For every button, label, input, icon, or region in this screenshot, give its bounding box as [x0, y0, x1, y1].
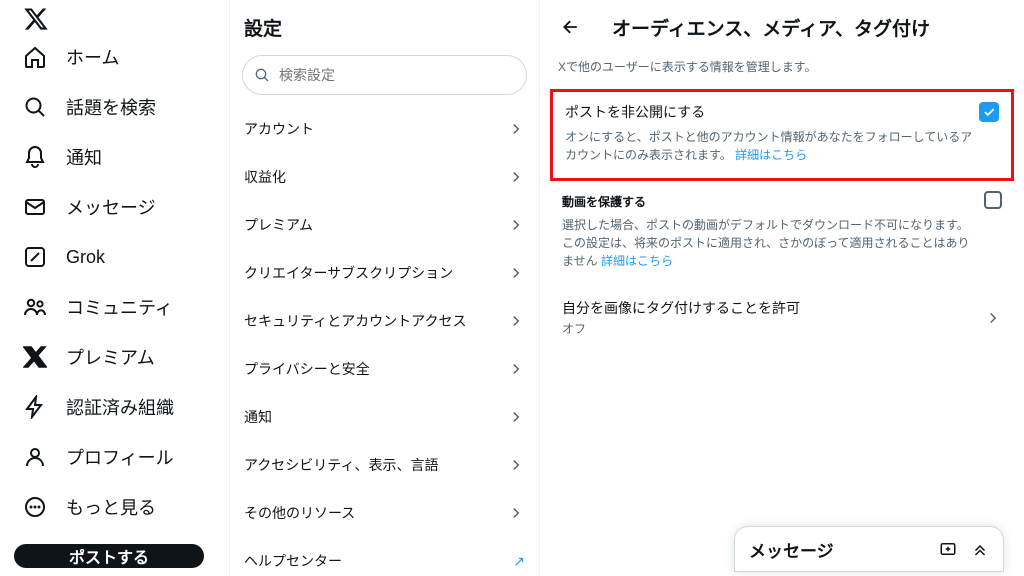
settings-row-5[interactable]: プライバシーと安全 — [230, 345, 539, 393]
nav-label: ホーム — [66, 44, 119, 70]
settings-row-9[interactable]: ヘルプセンター ↗ — [230, 537, 539, 576]
settings-row-2[interactable]: プレミアム — [230, 201, 539, 249]
nav-explore[interactable]: 話題を検索 — [6, 84, 223, 130]
nav-verified-orgs[interactable]: 認証済み組織 — [6, 384, 223, 430]
account-switcher[interactable]: … — [0, 568, 229, 576]
page-title: オーディエンス、メディア、タグ付け — [612, 14, 930, 41]
settings-search-input[interactable] — [242, 55, 527, 95]
nav-communities[interactable]: コミュニティ — [6, 284, 223, 330]
nav-more[interactable]: もっと見る — [6, 484, 223, 530]
protect-videos-row: 動画を保護する 選択した場合、ポストの動画がデフォルトでダウンロード不可になりま… — [540, 185, 1024, 284]
settings-row-label: クリエイターサブスクリプション — [244, 263, 453, 283]
nav-label: プロフィール — [66, 444, 174, 470]
settings-title: 設定 — [230, 8, 539, 55]
nav-label: プレミアム — [66, 344, 155, 370]
chevron-right-icon — [507, 504, 525, 522]
settings-row-8[interactable]: その他のリソース — [230, 489, 539, 537]
envelope-icon — [22, 194, 48, 220]
protect-videos-desc: 選択した場合、ポストの動画がデフォルトでダウンロード不可になります。この設定は、… — [562, 216, 1002, 270]
nav-label: もっと見る — [66, 494, 156, 520]
new-message-icon[interactable] — [939, 540, 957, 558]
protect-posts-title: ポストを非公開にする — [565, 102, 705, 122]
settings-column: 設定 アカウント収益化プレミアムクリエイターサブスクリプションセキュリティとアカ… — [230, 0, 540, 576]
nav-label: 通知 — [66, 144, 102, 170]
person-icon — [22, 444, 48, 470]
learn-more-link[interactable]: 詳細はこちら — [735, 148, 807, 162]
nav-premium[interactable]: プレミアム — [6, 334, 223, 380]
nav-notifications[interactable]: 通知 — [6, 134, 223, 180]
external-link-icon: ↗ — [513, 553, 525, 570]
protect-videos-title: 動画を保護する — [562, 193, 1002, 210]
learn-more-link[interactable]: 詳細はこちら — [601, 254, 673, 268]
protect-posts-row: ポストを非公開にする オンにすると、ポストと他のアカウント情報があなたをフォロー… — [550, 89, 1014, 181]
post-button[interactable]: ポストする — [14, 544, 204, 568]
settings-row-3[interactable]: クリエイターサブスクリプション — [230, 249, 539, 297]
protect-videos-checkbox[interactable] — [984, 191, 1002, 209]
expand-dock-icon[interactable] — [971, 540, 989, 558]
settings-row-label: その他のリソース — [244, 503, 355, 523]
nav-home[interactable]: ホーム — [6, 34, 223, 80]
settings-row-1[interactable]: 収益化 — [230, 153, 539, 201]
more-circle-icon — [22, 494, 48, 520]
nav-label: メッセージ — [66, 194, 156, 220]
messages-dock-title: メッセージ — [749, 537, 834, 562]
back-button[interactable] — [554, 10, 588, 44]
settings-row-label: セキュリティとアカウントアクセス — [244, 311, 466, 331]
nav-label: コミュニティ — [66, 294, 173, 320]
nav-profile[interactable]: プロフィール — [6, 434, 223, 480]
chevron-right-icon — [507, 312, 525, 330]
settings-row-4[interactable]: セキュリティとアカウントアクセス — [230, 297, 539, 345]
chevron-right-icon — [507, 168, 525, 186]
settings-row-label: アクセシビリティ、表示、言語 — [244, 455, 438, 475]
photo-tagging-title: 自分を画像にタグ付けすることを許可 — [562, 298, 800, 318]
chevron-right-icon — [507, 360, 525, 378]
chevron-right-icon — [507, 456, 525, 474]
chevron-right-icon — [507, 264, 525, 282]
settings-row-label: 収益化 — [244, 167, 286, 187]
settings-row-7[interactable]: アクセシビリティ、表示、言語 — [230, 441, 539, 489]
nav-label: Grok — [66, 247, 105, 268]
lightning-icon — [22, 394, 48, 420]
settings-row-label: プレミアム — [244, 215, 313, 235]
x-logo[interactable] — [12, 6, 60, 32]
chevron-right-icon — [507, 216, 525, 234]
settings-row-label: ヘルプセンター — [244, 551, 342, 571]
photo-tagging-row[interactable]: 自分を画像にタグ付けすることを許可 オフ — [540, 284, 1024, 351]
settings-row-label: 通知 — [244, 407, 272, 427]
people-icon — [22, 294, 48, 320]
left-nav: ホーム 話題を検索 通知 メッセージ Grok コミュニティ プレミアム 認証 — [0, 0, 230, 576]
search-icon — [254, 67, 270, 83]
settings-row-6[interactable]: 通知 — [230, 393, 539, 441]
chevron-right-icon — [507, 408, 525, 426]
messages-dock[interactable]: メッセージ — [734, 526, 1004, 572]
settings-row-0[interactable]: アカウント — [230, 105, 539, 153]
settings-row-label: プライバシーと安全 — [244, 359, 370, 379]
bell-icon — [22, 144, 48, 170]
detail-column: オーディエンス、メディア、タグ付け Xで他のユーザーに表示する情報を管理します。… — [540, 0, 1024, 576]
protect-posts-checkbox[interactable] — [979, 102, 999, 122]
search-icon — [22, 94, 48, 120]
nav-grok[interactable]: Grok — [6, 234, 223, 280]
nav-messages[interactable]: メッセージ — [6, 184, 223, 230]
settings-row-label: アカウント — [244, 119, 314, 139]
nav-label: 認証済み組織 — [66, 394, 174, 420]
chevron-right-icon — [507, 120, 525, 138]
x-icon — [22, 344, 48, 370]
home-icon — [22, 44, 48, 70]
protect-posts-desc: オンにすると、ポストと他のアカウント情報があなたをフォローしているアカウントにの… — [565, 128, 999, 164]
page-subtitle: Xで他のユーザーに表示する情報を管理します。 — [540, 52, 1024, 87]
chevron-right-icon — [984, 309, 1002, 327]
photo-tagging-value: オフ — [562, 320, 800, 337]
nav-label: 話題を検索 — [66, 94, 156, 120]
grok-icon — [22, 244, 48, 270]
